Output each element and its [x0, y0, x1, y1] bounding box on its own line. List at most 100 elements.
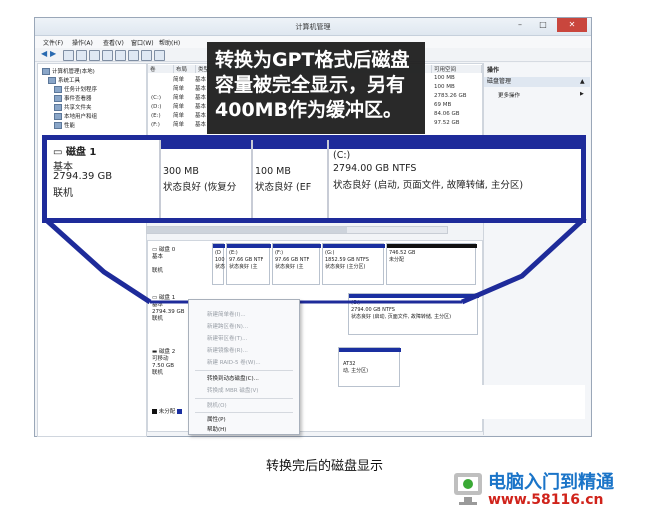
tree-item-event-viewer[interactable]: 事件查看器 — [54, 94, 92, 102]
tree-item-task-scheduler[interactable]: 任务计划程序 — [54, 85, 97, 93]
tree-item-label: 系统工具 — [58, 78, 81, 84]
free-space-cell: 69 MB — [434, 102, 452, 108]
actions-header: 操作 — [487, 67, 500, 74]
menu-item-new-simple-volume[interactable]: 新建简单卷(I)... — [207, 310, 246, 318]
menu-separator — [195, 412, 293, 413]
menu-item-convert-to-dynamic[interactable]: 转换到动态磁盘(C)... — [207, 374, 259, 382]
tree-item-label: 计算机管理(本地) — [52, 69, 95, 75]
tree-item-label: 共享文件夹 — [64, 105, 92, 111]
zoom-partition-c[interactable]: (C:) 2794.00 GB NTFS 状态良好 (启动, 页面文件, 故障转… — [333, 150, 579, 214]
menu-item-properties[interactable]: 属性(P) — [207, 415, 226, 423]
folder-icon — [54, 104, 62, 111]
back-arrow-icon[interactable]: ◀ — [41, 49, 47, 58]
column-header-volume[interactable]: 卷 — [148, 65, 174, 73]
menu-item-convert-to-mbr[interactable]: 转换成 MBR 磁盘(V) — [207, 386, 258, 394]
partition-c[interactable]: (C:) 2794.00 GB NTFS 状态良好 (启动, 页面文件, 故障转储,… — [348, 293, 479, 335]
blank-area — [457, 385, 585, 419]
menu-item-offline[interactable]: 脱机(O) — [207, 401, 227, 409]
properties-icon[interactable] — [89, 50, 100, 61]
tree-item-label: 性能 — [64, 123, 76, 129]
actions-section-disk-management[interactable]: 磁盘管理 — [484, 77, 590, 87]
tree-item-shared-folders[interactable]: 共享文件夹 — [54, 103, 92, 111]
free-space-cell: 100 MB — [434, 84, 455, 90]
zoom-divider — [327, 140, 329, 218]
unallocated-space[interactable]: 746.52 GB 未分配 — [386, 243, 477, 285]
console-tree-icon[interactable] — [76, 50, 87, 61]
minimize-button[interactable]: – — [509, 18, 531, 32]
logo-name: 电脑入门到精通 — [488, 472, 614, 493]
column-header-free[interactable]: 可用空间 — [432, 65, 482, 73]
partition-f[interactable]: (F:) 97.66 GB NTF 状态良好 (主 — [272, 243, 321, 285]
annotation-line: 容量被完全显示，另有 — [215, 74, 406, 96]
free-space-cell: 2783.26 GB — [434, 93, 467, 99]
logo-monitor-icon — [454, 473, 482, 505]
menu-file[interactable]: 文件(F) — [43, 38, 63, 47]
legend: 未分配 — [152, 407, 183, 415]
zoom-partition-strip — [253, 140, 327, 149]
table-row[interactable]: 简单 基本 — [151, 84, 206, 92]
logo-url: www.58116.cn — [488, 492, 604, 508]
table-row[interactable]: (C:) 简单 基本 — [151, 93, 206, 101]
zoom-disk-info[interactable]: ▭ 磁盘 1 基本 2794.39 GB 联机 — [47, 140, 159, 218]
up-folder-icon[interactable] — [63, 50, 74, 61]
menu-item-new-raid5-volume[interactable]: 新建 RAID-5 卷(W)... — [207, 358, 261, 366]
table-row[interactable]: (F:) 简单 基本 — [151, 120, 206, 128]
menu-view[interactable]: 查看(V) — [103, 38, 124, 47]
disk-context-menu: 新建简单卷(I)... 新建跨区卷(N)... 新建带区卷(T)... 新建镜像… — [188, 299, 300, 435]
disk1-label[interactable]: ▭ 磁盘 1 基本 2794.39 GB 联机 — [152, 295, 185, 323]
more-actions-arrow-icon[interactable]: ▶ — [580, 91, 584, 97]
free-space-cell: 97.52 GB — [434, 120, 460, 126]
free-space-cell: 84.06 GB — [434, 111, 460, 117]
tools-icon — [48, 77, 56, 84]
column-header-layout[interactable]: 布局 — [174, 65, 196, 73]
more-actions-link[interactable]: 更多操作 — [498, 91, 520, 99]
tree-item-label: 任务计划程序 — [64, 87, 98, 93]
disk-icon: ▭ — [152, 247, 159, 253]
menu-item-new-spanned-volume[interactable]: 新建跨区卷(N)... — [207, 322, 248, 330]
disk0-label[interactable]: ▭ 磁盘 0 基本 联机 — [152, 247, 175, 275]
partition-g[interactable]: (G:) 1852.59 GB NTFS 状态良好 (主分区) — [322, 243, 385, 285]
zoomed-disk-panel: ▭ 磁盘 1 基本 2794.39 GB 联机 300 MB 状态良好 (恢复分… — [42, 135, 586, 223]
tree-item-local-users[interactable]: 本地用户和组 — [54, 112, 97, 120]
tree-item-performance[interactable]: 性能 — [54, 121, 75, 129]
menu-item-help[interactable]: 帮助(H) — [207, 425, 226, 433]
partition-d[interactable]: (D 100 状态 — [212, 243, 225, 285]
menu-help[interactable]: 帮助(H) — [159, 38, 180, 47]
menu-action[interactable]: 操作(A) — [72, 38, 93, 47]
delete-icon[interactable] — [141, 50, 152, 61]
scrollbar-thumb[interactable] — [147, 227, 347, 233]
users-icon — [54, 113, 62, 120]
zoom-divider — [251, 140, 253, 218]
tree-item-system-tools[interactable]: 系统工具 — [48, 76, 80, 84]
menu-item-new-mirrored-volume[interactable]: 新建镜像卷(R)... — [207, 346, 248, 354]
partition-e[interactable]: (E:) 97.66 GB NTF 状态良好 (主 — [226, 243, 271, 285]
annotation-text: 转换为GPT格式后磁盘 容量被完全显示，另有 400MB作为缓冲区。 — [215, 48, 421, 123]
zoom-partition-recovery[interactable]: 300 MB 状态良好 (恢复分 — [163, 154, 249, 214]
tree-item-computer-management[interactable]: 计算机管理(本地) — [42, 67, 95, 75]
help-icon[interactable] — [102, 50, 113, 61]
collapse-arrow-icon[interactable]: ▲ — [580, 78, 585, 85]
menu-item-new-striped-volume[interactable]: 新建带区卷(T)... — [207, 334, 247, 342]
maximize-button[interactable]: □ — [532, 18, 554, 32]
zoom-disk-status: 联机 — [53, 188, 73, 199]
close-button[interactable]: ✕ — [557, 18, 587, 32]
export-icon[interactable] — [154, 50, 165, 61]
table-row[interactable]: 简单 基本 — [151, 75, 206, 83]
actions-pane: 操作 磁盘管理 ▲ 更多操作 ▶ — [483, 63, 590, 435]
menu-window[interactable]: 窗口(W) — [131, 38, 154, 47]
forward-arrow-icon[interactable]: ▶ — [50, 49, 56, 58]
legend-primary-swatch — [177, 409, 183, 414]
clock-icon — [54, 86, 62, 93]
title-bar: 计算机管理 – □ ✕ — [35, 18, 591, 36]
tree-item-label: 本地用户和组 — [64, 114, 98, 120]
table-row[interactable]: (E:) 简单 基本 — [151, 111, 206, 119]
zoom-partition-efi[interactable]: 100 MB 状态良好 (EF — [255, 154, 325, 214]
horizontal-scrollbar[interactable] — [146, 226, 448, 234]
check-icon[interactable] — [128, 50, 139, 61]
disk2-label[interactable]: ▬ 磁盘 2 可移动 7.50 GB 联机 — [152, 349, 175, 377]
disk-icon[interactable] — [115, 50, 126, 61]
window-title: 计算机管理 — [295, 23, 331, 31]
table-row[interactable]: (D:) 简单 基本 — [151, 102, 206, 110]
zoom-disk-size: 2794.39 GB — [53, 171, 113, 182]
partition-removable[interactable]: AT32 动, 主分区) — [338, 347, 401, 387]
